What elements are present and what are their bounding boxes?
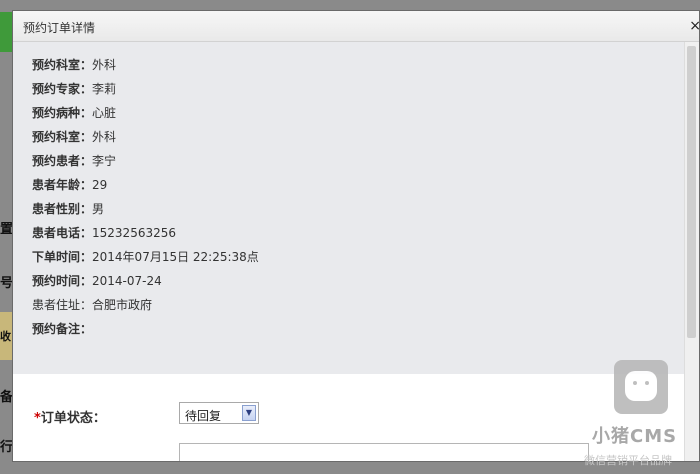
info-row-remark: 预约备注： <box>32 322 93 336</box>
info-row-department: 预约科室：外科 <box>32 58 117 72</box>
info-row-order-time: 下单时间：2014年07月15日 22:25:38点 <box>32 250 259 264</box>
reply-input[interactable] <box>179 443 589 461</box>
watermark-subtext: 微信营销平台品牌 <box>584 454 672 467</box>
info-row-patient: 预约患者：李宁 <box>32 154 117 168</box>
info-row-phone: 患者电话：15232563256 <box>32 226 176 240</box>
info-row-disease: 预约病种：心脏 <box>32 106 117 120</box>
required-mark: * <box>34 411 41 426</box>
order-status-select[interactable]: 待回复 ▼ <box>179 402 259 424</box>
info-row-department-2: 预约科室：外科 <box>32 130 117 144</box>
dialog-title: 预约订单详情 <box>23 21 96 35</box>
watermark-text: 小猪CMS <box>592 426 678 447</box>
order-status-label: *订单状态： <box>34 411 106 426</box>
chevron-down-icon[interactable]: ▼ <box>242 405 256 421</box>
order-detail-dialog: 预约订单详情 × 预约科室：外科 预约专家：李莉 预约病种：心脏 预约科室：外科… <box>12 10 700 462</box>
info-row-gender: 患者性别：男 <box>32 202 105 216</box>
info-row-appointment-time: 预约时间：2014-07-24 <box>32 274 162 288</box>
order-status-value: 待回复 <box>185 409 222 423</box>
order-info-panel: 预约科室：外科 预约专家：李莉 预约病种：心脏 预约科室：外科 预约患者：李宁 … <box>13 42 685 374</box>
order-status-form: *订单状态： 待回复 ▼ <box>13 374 685 461</box>
info-row-expert: 预约专家：李莉 <box>32 82 117 96</box>
dialog-scrollbar[interactable] <box>684 42 699 461</box>
scrollbar-thumb[interactable] <box>687 46 696 338</box>
watermark-pig-icon <box>614 360 668 414</box>
background-text-3: 收 <box>0 330 11 343</box>
info-row-age: 患者年龄：29 <box>32 178 108 192</box>
background-logo <box>0 12 12 52</box>
close-icon[interactable]: × <box>689 18 699 34</box>
info-row-address: 患者住址：合肥市政府 <box>32 298 153 312</box>
dialog-header: 预约订单详情 × <box>13 11 699 42</box>
